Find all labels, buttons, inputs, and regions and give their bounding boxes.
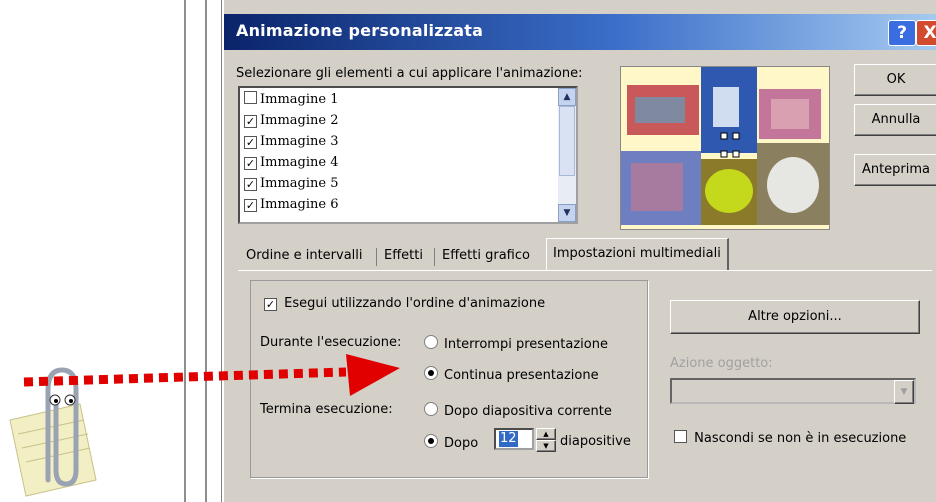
after-radio[interactable] xyxy=(424,434,438,448)
chevron-down-icon[interactable]: ▼ xyxy=(894,380,914,404)
object-action-select[interactable]: ▼ xyxy=(670,378,916,404)
play-order-checkbox[interactable]: ✓ xyxy=(264,298,277,311)
continue-radio[interactable] xyxy=(424,366,438,380)
tab-chart-effects[interactable]: Effetti grafico xyxy=(438,242,534,270)
help-button[interactable]: ? xyxy=(888,20,916,46)
item-checkbox[interactable]: ✓ xyxy=(244,157,257,170)
list-item[interactable]: ✓ Immagine 3 xyxy=(244,132,339,152)
red-dotted-arrow-icon xyxy=(23,354,400,396)
tab-effects[interactable]: Effetti xyxy=(380,242,427,270)
slides-count-field[interactable]: 12 xyxy=(494,428,534,450)
slides-label: diapositive xyxy=(560,434,631,449)
item-checkbox[interactable] xyxy=(244,91,257,104)
item-checkbox[interactable]: ✓ xyxy=(244,115,257,128)
after-option[interactable]: Dopo xyxy=(424,434,478,451)
play-order-option[interactable]: ✓ Esegui utilizzando l'ordine d'animazio… xyxy=(264,296,545,311)
continue-label: Continua presentazione xyxy=(444,368,599,383)
pause-radio[interactable] xyxy=(424,335,438,349)
elements-listbox[interactable]: Immagine 1 ✓ Immagine 2 ✓ Immagine 3 ✓ Imma… xyxy=(238,86,578,224)
spin-down-icon[interactable]: ▼ xyxy=(536,440,556,452)
cancel-button[interactable]: Annulla xyxy=(854,104,936,136)
object-action-label: Azione oggetto: xyxy=(670,356,773,371)
pause-option[interactable]: Interrompi presentazione xyxy=(424,335,608,352)
help-icon: ? xyxy=(897,23,907,43)
hide-checkbox[interactable] xyxy=(674,430,687,443)
spin-up-icon[interactable]: ▲ xyxy=(536,428,556,440)
after-current-option[interactable]: Dopo diapositiva corrente xyxy=(424,402,612,419)
item-checkbox[interactable]: ✓ xyxy=(244,199,257,212)
paperclip-assistant-icon xyxy=(9,367,97,497)
close-icon: X xyxy=(923,23,936,43)
slide-preview-image xyxy=(620,66,830,230)
hide-option[interactable]: Nascondi se non è in esecuzione xyxy=(674,430,906,446)
list-item-label: Immagine 1 xyxy=(260,92,339,107)
list-item[interactable]: ✓ Immagine 5 xyxy=(244,174,339,194)
list-item-label: Immagine 4 xyxy=(260,155,339,170)
pause-label: Interrompi presentazione xyxy=(444,337,608,352)
ok-button[interactable]: OK xyxy=(854,64,936,96)
hide-label: Nascondi se non è in esecuzione xyxy=(694,431,907,446)
more-options-button[interactable]: Altre opzioni... xyxy=(670,300,920,334)
play-order-label: Esegui utilizzando l'ordine d'animazione xyxy=(284,296,546,311)
tab-multimedia-settings[interactable]: Impostazioni multimediali xyxy=(546,238,729,271)
after-current-radio[interactable] xyxy=(424,402,438,416)
slides-count-value: 12 xyxy=(499,431,518,447)
list-item[interactable]: ✓ Immagine 6 xyxy=(244,195,339,215)
preview-collage xyxy=(621,67,829,229)
close-button[interactable]: X xyxy=(916,20,936,46)
list-item-label: Immagine 5 xyxy=(260,176,339,191)
tab-separator xyxy=(376,248,377,266)
item-checkbox[interactable]: ✓ xyxy=(244,136,257,149)
list-item[interactable]: ✓ Immagine 2 xyxy=(244,111,339,131)
tab-order-timing[interactable]: Ordine e intervalli xyxy=(242,242,367,270)
after-label: Dopo xyxy=(444,436,479,451)
list-item-label: Immagine 6 xyxy=(260,197,339,212)
list-item-label: Immagine 2 xyxy=(260,113,339,128)
tab-underline xyxy=(238,270,932,271)
scroll-up-icon[interactable]: ▲ xyxy=(558,88,576,106)
scroll-down-icon[interactable]: ▼ xyxy=(558,204,576,222)
item-checkbox[interactable]: ✓ xyxy=(244,178,257,191)
title-bar[interactable]: Animazione personalizzata ? X xyxy=(224,14,936,50)
tab-separator xyxy=(434,248,435,266)
select-elements-label: Selezionare gli elementi a cui applicare… xyxy=(236,66,583,81)
dialog-title: Animazione personalizzata xyxy=(236,21,484,40)
list-item[interactable]: ✓ Immagine 4 xyxy=(244,153,339,173)
scroll-thumb[interactable] xyxy=(559,106,575,176)
preview-button[interactable]: Anteprima xyxy=(854,154,936,186)
list-scrollbar[interactable]: ▲ ▼ xyxy=(558,88,576,222)
list-item-label: Immagine 3 xyxy=(260,134,339,149)
list-item[interactable]: Immagine 1 xyxy=(244,90,339,110)
annotation-overlay xyxy=(9,354,400,497)
continue-option[interactable]: Continua presentazione xyxy=(424,366,599,383)
after-current-label: Dopo diapositiva corrente xyxy=(444,404,612,419)
